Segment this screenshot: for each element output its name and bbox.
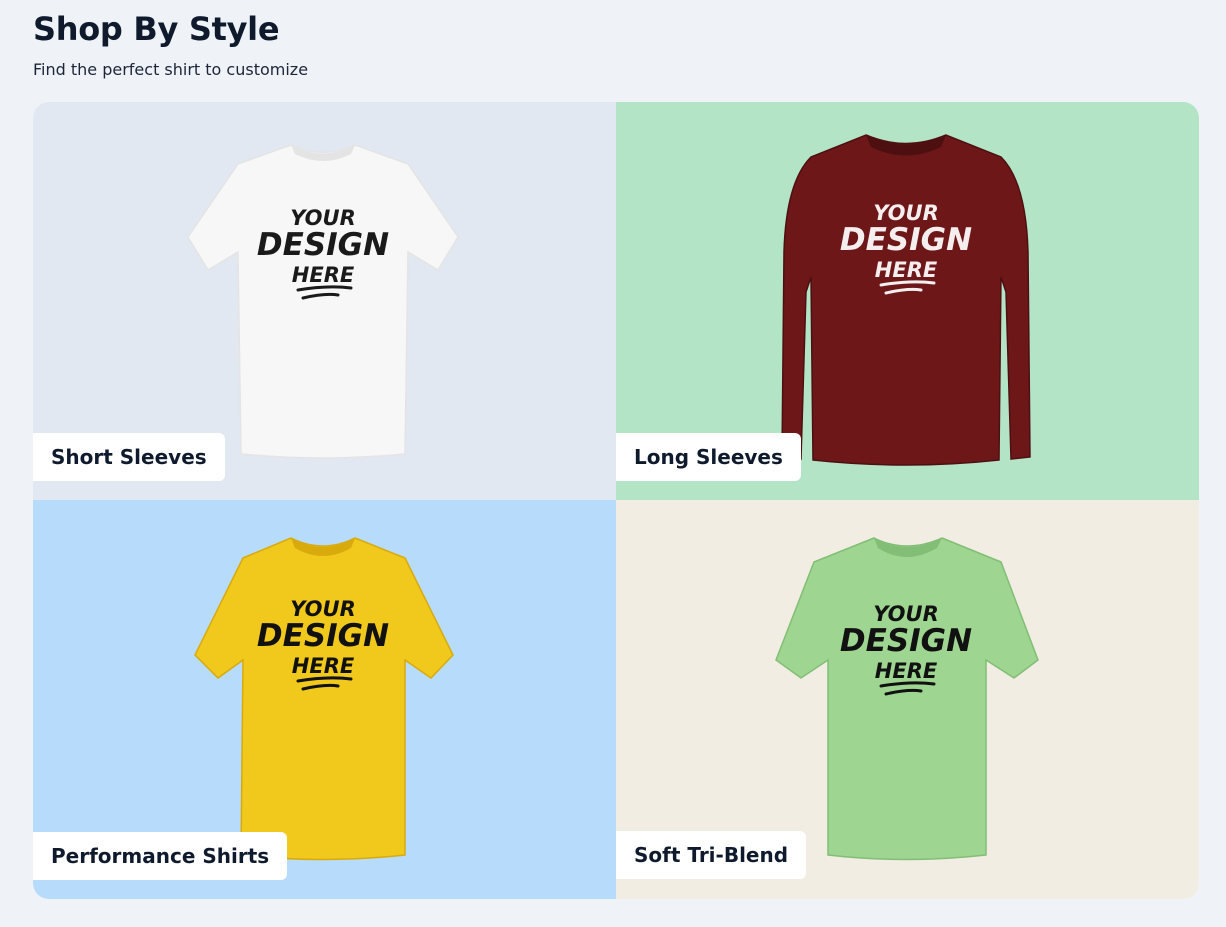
print-line-design: DESIGN: [257, 227, 389, 263]
print-line-here: HERE: [875, 258, 938, 282]
style-label-soft-tri-blend[interactable]: Soft Tri-Blend: [616, 831, 807, 879]
style-card-performance-shirts[interactable]: YOUR DESIGN HERE Performance Shirts: [33, 500, 616, 899]
section-subtitle: Find the perfect shirt to customize: [33, 60, 309, 79]
print-line-here: HERE: [292, 263, 355, 287]
print-line-here: HERE: [292, 654, 355, 678]
print-line-design: DESIGN: [840, 222, 972, 258]
print-line-here: HERE: [875, 659, 938, 683]
print-line-design: DESIGN: [840, 623, 972, 659]
print-line-design: DESIGN: [257, 618, 389, 654]
style-label-short-sleeves[interactable]: Short Sleeves: [33, 433, 225, 481]
shop-by-style-section: Shop By Style Find the perfect shirt to …: [0, 0, 1226, 927]
style-label-performance-shirts[interactable]: Performance Shirts: [33, 832, 288, 880]
style-label-long-sleeves[interactable]: Long Sleeves: [616, 433, 801, 481]
style-card-soft-tri-blend[interactable]: YOUR DESIGN HERE Soft Tri-Blend: [616, 500, 1199, 899]
style-grid: YOUR DESIGN HERE Short Sleeves YOUR DESI…: [33, 102, 1199, 899]
style-card-short-sleeves[interactable]: YOUR DESIGN HERE Short Sleeves: [33, 102, 616, 500]
style-card-long-sleeves[interactable]: YOUR DESIGN HERE Long Sleeves: [616, 102, 1199, 500]
section-title: Shop By Style: [33, 10, 280, 48]
